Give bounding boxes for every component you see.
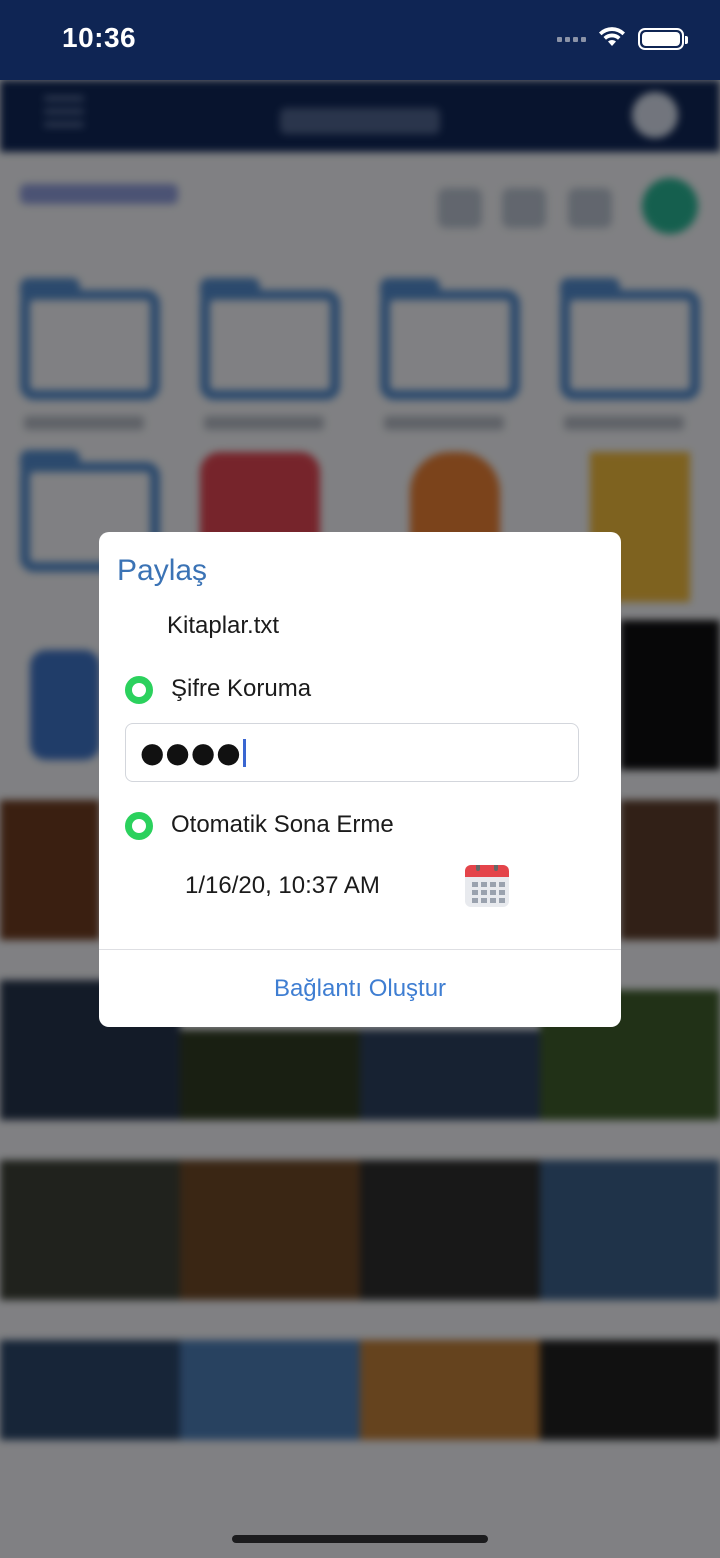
status-icons <box>557 24 688 54</box>
expire-date[interactable]: 1/16/20, 10:37 AM <box>185 872 380 900</box>
wifi-icon <box>598 26 626 53</box>
create-link-button[interactable]: Bağlantı Oluştur <box>99 950 621 1027</box>
password-field[interactable]: ●●●● <box>125 723 579 782</box>
dialog-title: Paylaş <box>117 554 208 587</box>
home-indicator[interactable] <box>232 1535 488 1543</box>
password-protection-toggle[interactable] <box>125 676 153 704</box>
file-name: Kitaplar.txt <box>167 612 280 639</box>
calendar-icon[interactable] <box>465 865 509 907</box>
auto-expire-toggle[interactable] <box>125 812 153 840</box>
password-protection-label: Şifre Koruma <box>171 675 312 702</box>
text-cursor <box>242 738 246 767</box>
status-time: 10:36 <box>62 22 137 53</box>
password-value: ●●●● <box>140 736 242 769</box>
battery-icon <box>638 28 688 50</box>
share-dialog: Paylaş Kitaplar.txt Şifre Koruma ●●●● Ot… <box>99 532 621 1027</box>
signal-icon <box>557 36 586 42</box>
auto-expire-label: Otomatik Sona Erme <box>171 811 394 838</box>
